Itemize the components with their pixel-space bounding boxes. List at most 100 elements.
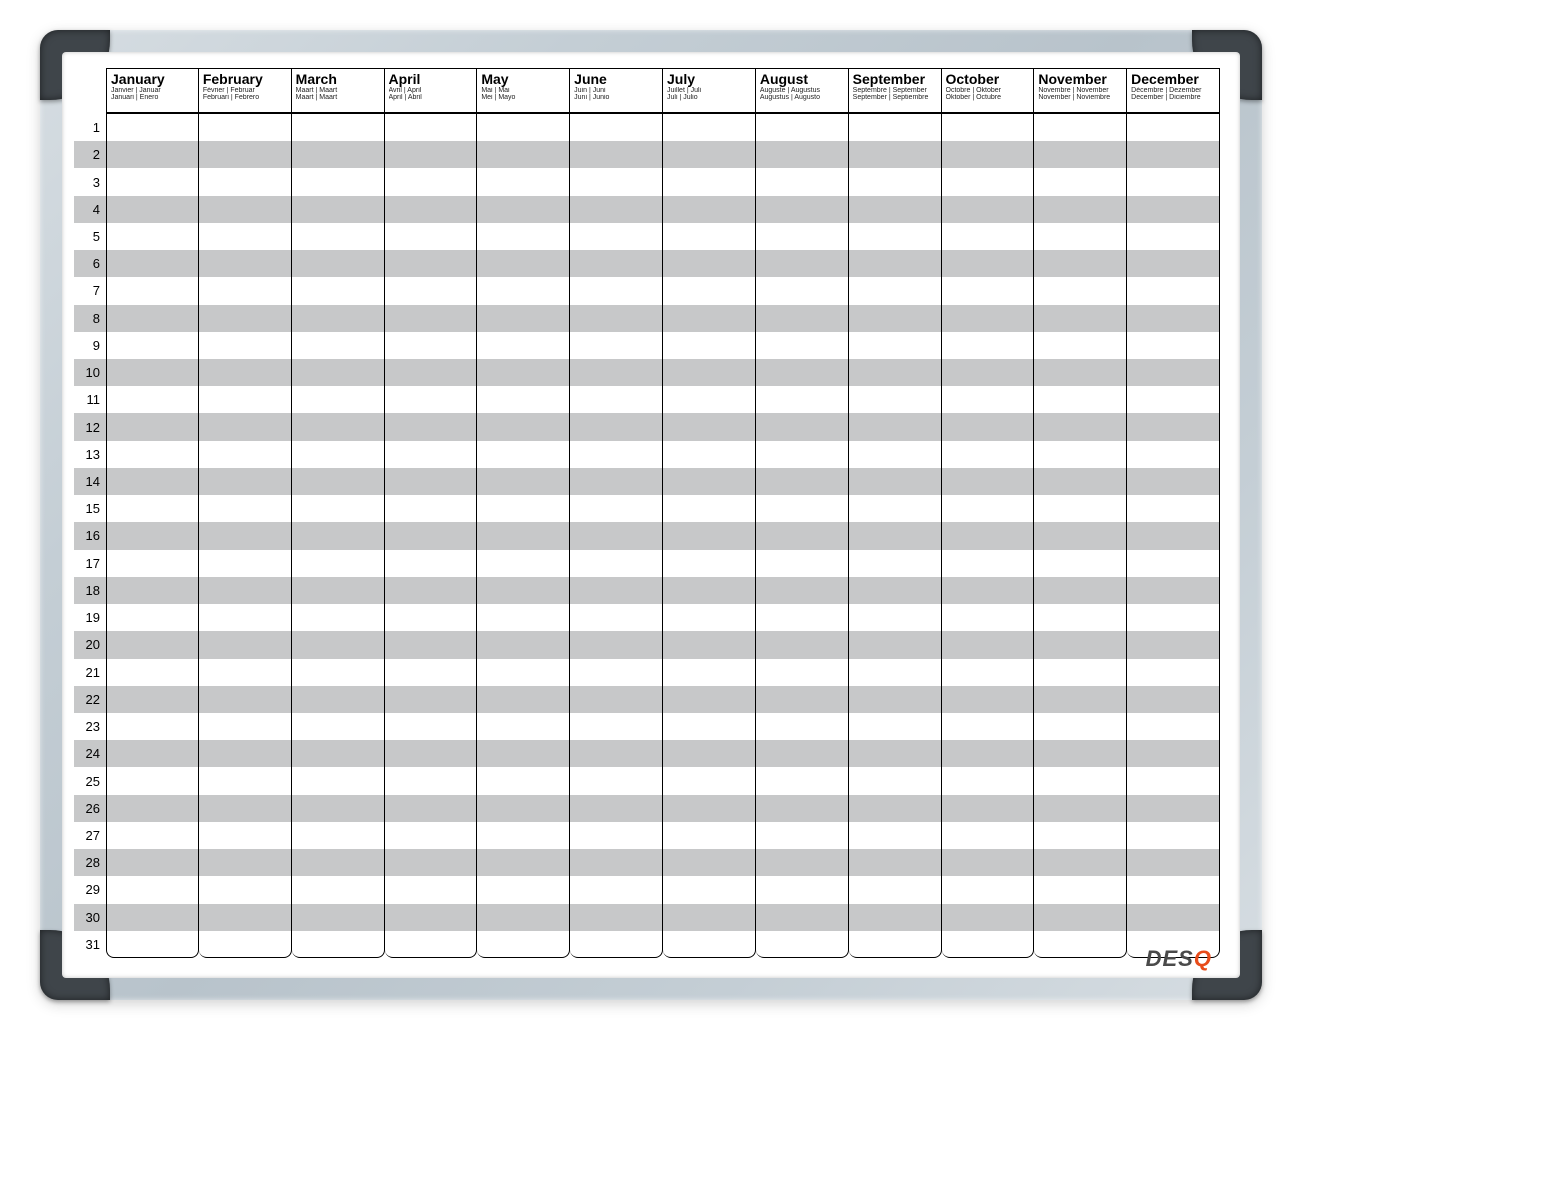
day-number: 10 [74, 359, 106, 386]
planner-cell [849, 386, 942, 413]
planner-cell [199, 795, 292, 822]
planner-cell [1127, 441, 1220, 468]
planner-cell [1034, 386, 1127, 413]
planner-cell [1127, 822, 1220, 849]
planner-cell [756, 876, 849, 903]
day-number: 13 [74, 441, 106, 468]
planner-cell [663, 441, 756, 468]
planner-cell [1127, 495, 1220, 522]
planner-cell [849, 713, 942, 740]
planner-cell [1127, 713, 1220, 740]
planner-cell [385, 795, 478, 822]
planner-cell [1127, 196, 1220, 223]
month-header-june: JuneJuin | JuniJuni | Junio [570, 68, 663, 114]
planner-cell [756, 168, 849, 195]
planner-cell [199, 441, 292, 468]
planner-cell [849, 577, 942, 604]
brand-logo: DESQ [1146, 946, 1212, 972]
planner-cell [1127, 223, 1220, 250]
planner-cell [1127, 141, 1220, 168]
planner-cell [942, 250, 1035, 277]
planner-cell [756, 413, 849, 440]
planner-cell [477, 577, 570, 604]
month-name: November [1038, 72, 1122, 87]
month-name: January [111, 72, 194, 87]
planner-cell [849, 168, 942, 195]
month-trans-1: Maart | Maart [296, 87, 380, 94]
planner-cell [199, 849, 292, 876]
planner-cell [477, 767, 570, 794]
planner-cell [1034, 740, 1127, 767]
planner-cell [199, 767, 292, 794]
month-trans-2: Oktober | Octubre [946, 94, 1030, 101]
planner-cell [942, 495, 1035, 522]
planner-cell [477, 522, 570, 549]
planner-cell [1034, 849, 1127, 876]
planner-cell [1127, 277, 1220, 304]
day-number: 19 [74, 604, 106, 631]
planner-cell [1034, 713, 1127, 740]
month-trans-2: December | Diciembre [1131, 94, 1215, 101]
planner-cell [385, 876, 478, 903]
planner-cell [199, 386, 292, 413]
planner-cell [292, 413, 385, 440]
month-header-february: FebruaryFévrier | FebruarFebruari | Febr… [199, 68, 292, 114]
planner-cell [849, 849, 942, 876]
month-name: October [946, 72, 1030, 87]
planner-cell [199, 359, 292, 386]
planner-cell [849, 141, 942, 168]
planner-cell [292, 250, 385, 277]
planner-cell [942, 659, 1035, 686]
planner-cell [106, 141, 199, 168]
planner-cell [477, 413, 570, 440]
day-number: 23 [74, 713, 106, 740]
month-trans-2: Augustus | Augusto [760, 94, 844, 101]
planner-cell [106, 795, 199, 822]
day-number: 14 [74, 468, 106, 495]
planner-cell [570, 196, 663, 223]
day-number: 17 [74, 550, 106, 577]
planner-cell [1127, 114, 1220, 141]
planner-cell [292, 740, 385, 767]
planner-cell [477, 713, 570, 740]
month-name: February [203, 72, 287, 87]
planner-cell [1034, 441, 1127, 468]
planner-cell [1034, 659, 1127, 686]
planner-cell [1034, 359, 1127, 386]
planner-cell [663, 250, 756, 277]
planner-cell [385, 740, 478, 767]
planner-cell [1127, 795, 1220, 822]
planner-cell [106, 659, 199, 686]
planner-cell [1127, 168, 1220, 195]
planner-cell [849, 495, 942, 522]
month-trans-2: November | Noviembre [1038, 94, 1122, 101]
planner-cell [199, 495, 292, 522]
planner-cell [385, 332, 478, 359]
planner-cell [199, 277, 292, 304]
planner-cell [106, 223, 199, 250]
planner-cell [477, 359, 570, 386]
planner-cell [1127, 686, 1220, 713]
planner-cell [942, 822, 1035, 849]
planner-cell [1034, 876, 1127, 903]
planner-cell [292, 767, 385, 794]
planner-cell [1127, 631, 1220, 658]
day-number: 25 [74, 767, 106, 794]
planner-cell [849, 740, 942, 767]
planner-cell [199, 141, 292, 168]
planner-cell [570, 577, 663, 604]
planner-cell [570, 604, 663, 631]
planner-cell [477, 332, 570, 359]
planner-cell [756, 713, 849, 740]
planner-cell [106, 522, 199, 549]
planner-cell [1127, 740, 1220, 767]
day-number: 20 [74, 631, 106, 658]
planner-cell [292, 522, 385, 549]
planner-cell [570, 277, 663, 304]
planner-cell [570, 904, 663, 931]
planner-cell [756, 495, 849, 522]
planner-cell [570, 305, 663, 332]
planner-cell [199, 822, 292, 849]
planner-cell [663, 849, 756, 876]
planner-cell [292, 359, 385, 386]
